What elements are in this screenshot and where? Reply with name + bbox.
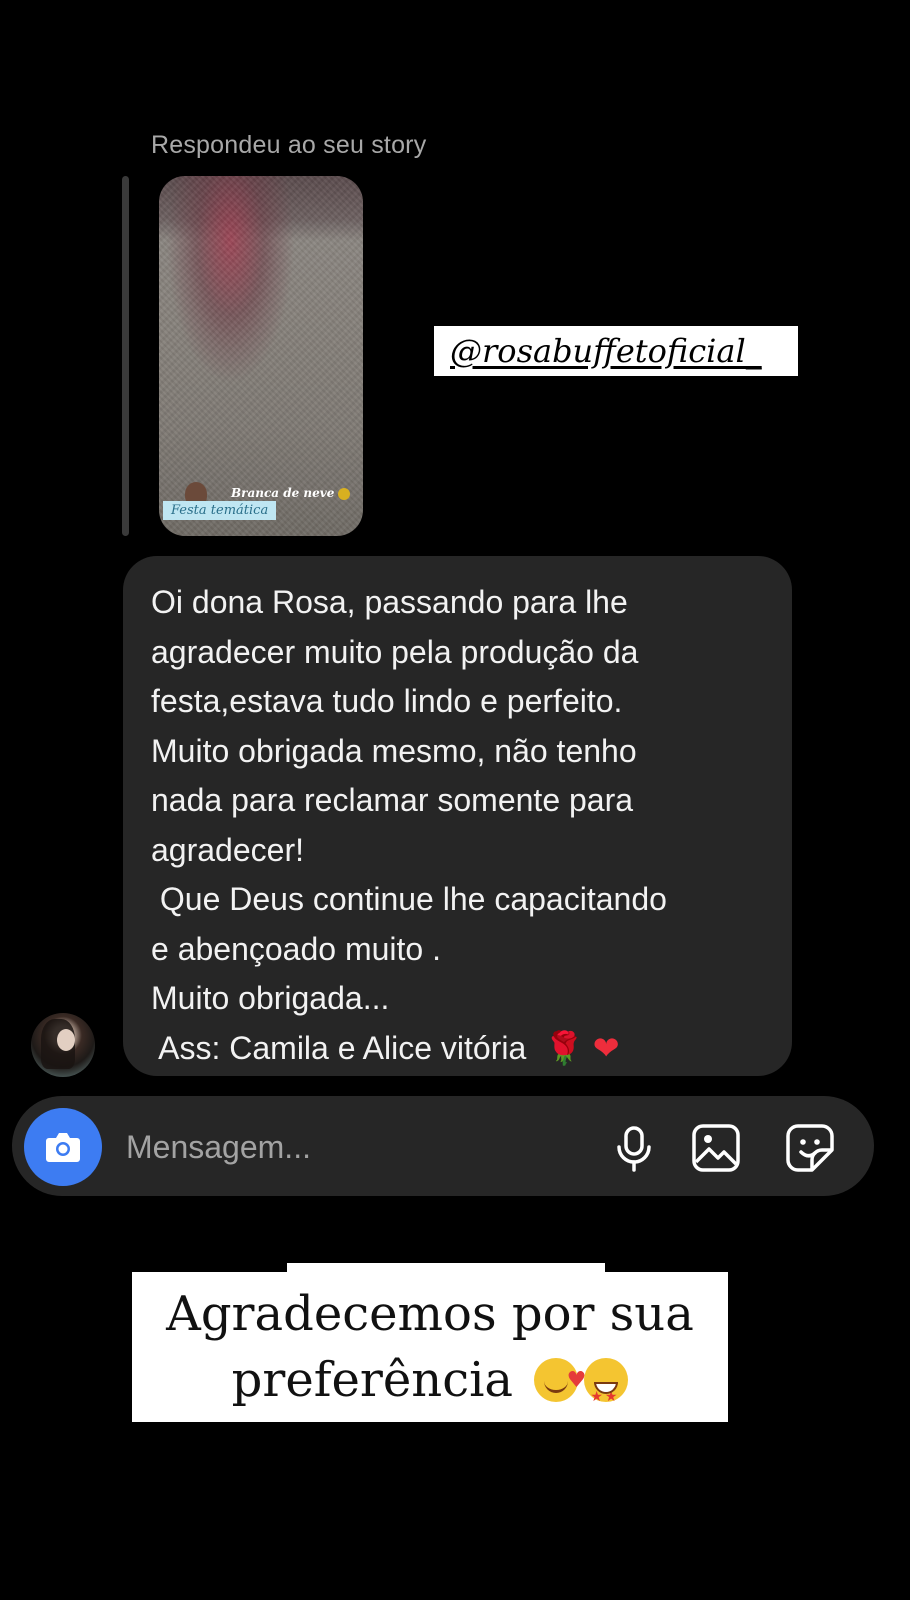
camera-button[interactable] bbox=[24, 1108, 102, 1186]
rose-icon: 🌹 bbox=[544, 1028, 584, 1067]
message-signature-line: Ass: Camila e Alice vitória 🌹 ❤ bbox=[151, 1024, 764, 1074]
thanks-line-1: Agradecemos por sua bbox=[166, 1286, 694, 1342]
thanks-line-2: preferência bbox=[132, 1347, 728, 1430]
story-reply-label: Respondeu ao seu story bbox=[151, 131, 427, 159]
message-line: agradecer! bbox=[151, 831, 304, 868]
message-composer bbox=[12, 1096, 874, 1196]
mention-sticker[interactable]: @rosabuffetoficial_ bbox=[434, 326, 798, 376]
sticker-icon[interactable] bbox=[782, 1120, 838, 1176]
message-bubble[interactable]: Oi dona Rosa, passando para lhe agradece… bbox=[123, 556, 792, 1076]
message-line: agradecer muito pela produção da bbox=[151, 633, 639, 670]
gallery-icon[interactable] bbox=[688, 1120, 744, 1176]
message-line: nada para reclamar somente para bbox=[151, 782, 634, 818]
message-line: Muito obrigada... bbox=[151, 980, 390, 1016]
message-line: Oi dona Rosa, passando para lhe bbox=[151, 584, 628, 620]
message-line: Que Deus continue lhe capacitando bbox=[151, 881, 667, 917]
story-tag: Festa temática bbox=[163, 501, 277, 520]
message-input[interactable] bbox=[124, 1124, 568, 1170]
sender-avatar[interactable] bbox=[31, 1013, 95, 1077]
message-line: Muito obrigada mesmo, não tenho bbox=[151, 732, 637, 769]
signature-text: Ass: Camila e Alice vitória bbox=[151, 1029, 527, 1066]
thanks-word: preferência bbox=[231, 1352, 514, 1408]
story-thumbnail[interactable]: Branca de neve Festa temática bbox=[159, 176, 363, 536]
message-line: festa,estava tudo lindo e perfeito. bbox=[151, 683, 623, 719]
star-struck-icon bbox=[584, 1358, 629, 1430]
avatar-face bbox=[57, 1029, 75, 1051]
camera-icon bbox=[46, 1133, 80, 1162]
thanks-overlay-text: Agradecemos por sua preferência bbox=[132, 1272, 728, 1430]
story-caption: Branca de neve bbox=[231, 486, 351, 500]
story-texture bbox=[159, 176, 363, 536]
microphone-icon[interactable] bbox=[606, 1120, 662, 1176]
reply-quote-bar bbox=[122, 176, 129, 536]
heart-icon: ❤ bbox=[592, 1028, 620, 1067]
apple-icon bbox=[338, 487, 351, 500]
story-caption-text: Branca de neve bbox=[231, 486, 335, 500]
message-line: e abençoado muito . bbox=[151, 930, 441, 967]
smiling-face-with-hearts-icon bbox=[534, 1348, 586, 1414]
